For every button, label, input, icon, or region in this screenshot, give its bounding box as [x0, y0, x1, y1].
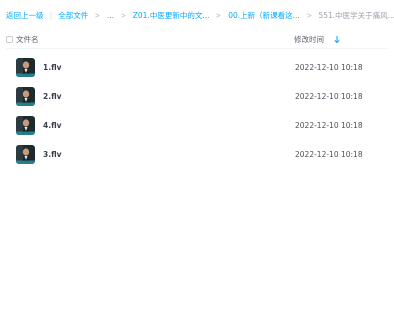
- file-name[interactable]: 1.flv: [43, 63, 62, 72]
- breadcrumb-divider: |: [49, 10, 53, 20]
- select-all-checkbox[interactable]: [6, 35, 13, 43]
- file-browser: 返回上一级 | 全部文件 > ... > Z01.中医更新中的文... > 00…: [0, 0, 394, 310]
- table-row[interactable]: 2.flv 2022-12-10 10:18: [6, 82, 388, 111]
- modified-time: 2022-12-10 10:18: [295, 63, 363, 72]
- breadcrumb-all-files[interactable]: 全部文件: [58, 10, 88, 21]
- breadcrumb-folder-00[interactable]: 00.上新（新课看这...: [228, 10, 300, 21]
- chevron-right-icon: >: [216, 10, 222, 20]
- chevron-right-icon: >: [120, 10, 127, 20]
- table-row[interactable]: 1.flv 2022-12-10 10:18: [6, 53, 388, 82]
- breadcrumb-current-folder: 551.中医学关于痛风...: [318, 10, 394, 20]
- modified-time: 2022-12-10 10:18: [295, 121, 363, 130]
- sort-descending-arrow-icon[interactable]: [333, 35, 341, 44]
- breadcrumb-folder-z01[interactable]: Z01.中医更新中的文...: [133, 10, 210, 21]
- modified-time: 2022-12-10 10:18: [295, 150, 363, 159]
- modified-time: 2022-12-10 10:18: [295, 92, 363, 101]
- chevron-right-icon: >: [306, 10, 312, 20]
- file-name[interactable]: 2.flv: [43, 92, 62, 101]
- video-thumbnail-icon: [16, 58, 35, 77]
- column-header-name[interactable]: 文件名: [16, 34, 39, 45]
- table-header: 文件名 修改时间: [6, 32, 388, 46]
- header-divider: [6, 48, 388, 49]
- video-thumbnail-icon: [16, 145, 35, 164]
- table-row[interactable]: 3.flv 2022-12-10 10:18: [6, 140, 388, 169]
- column-header-time[interactable]: 修改时间: [294, 34, 341, 45]
- file-name[interactable]: 3.flv: [43, 150, 62, 159]
- file-name[interactable]: 4.flv: [43, 121, 62, 130]
- video-thumbnail-icon: [16, 116, 35, 135]
- breadcrumb: 返回上一级 | 全部文件 > ... > Z01.中医更新中的文... > 00…: [6, 9, 394, 21]
- breadcrumb-ellipsis[interactable]: ...: [107, 11, 114, 20]
- chevron-right-icon: >: [94, 10, 101, 20]
- back-link[interactable]: 返回上一级: [6, 10, 44, 21]
- table-row[interactable]: 4.flv 2022-12-10 10:18: [6, 111, 388, 140]
- video-thumbnail-icon: [16, 87, 35, 106]
- column-header-time-label: 修改时间: [294, 34, 324, 44]
